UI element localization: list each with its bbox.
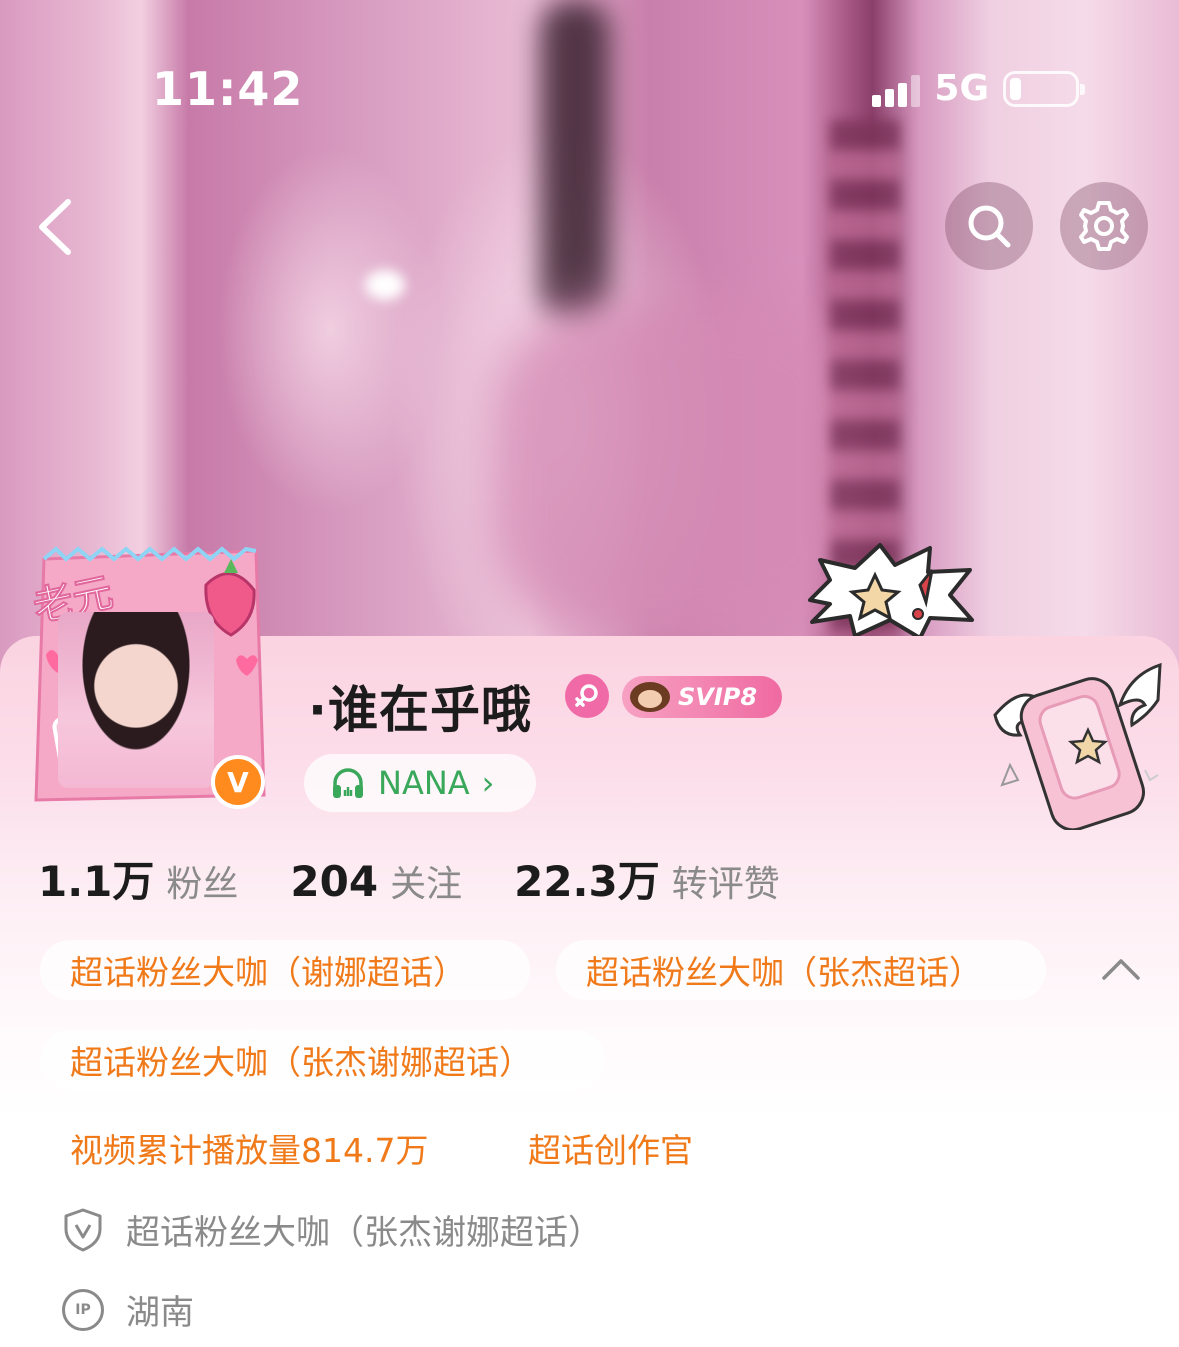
headphones-icon <box>333 768 363 798</box>
tag-chip[interactable]: 超话粉丝大咖（谢娜超话） <box>40 940 530 1000</box>
stat-following-label: 关注 <box>390 864 463 905</box>
cover-light-spot <box>365 270 405 300</box>
creator-highlight[interactable]: 超话创作官 <box>528 1124 693 1172</box>
verification-row: 超话粉丝大咖（张杰谢娜超话） <box>62 1205 602 1254</box>
signal-icon <box>872 71 921 107</box>
gear-icon <box>1079 201 1129 251</box>
female-icon <box>565 674 609 718</box>
avatar[interactable] <box>58 612 214 788</box>
search-icon <box>968 205 1011 248</box>
star-burst-sticker-icon <box>808 543 974 640</box>
ip-icon: IP <box>62 1288 104 1331</box>
status-time: 11:42 <box>152 62 304 116</box>
stat-interactions[interactable]: 22.3万 转评赞 <box>514 848 780 909</box>
video-plays-highlight[interactable]: 视频累计播放量814.7万 <box>70 1124 428 1172</box>
svip-mascot-icon <box>630 682 670 712</box>
chevron-right-icon: › <box>481 764 495 802</box>
verification-text: 超话粉丝大咖（张杰谢娜超话） <box>126 1213 602 1253</box>
settings-button[interactable] <box>1060 182 1148 270</box>
svip-badge-label: SVIP8 <box>678 683 758 711</box>
stat-fans-value: 1.1万 <box>38 857 155 906</box>
stat-following-value: 204 <box>290 857 379 906</box>
stat-interactions-value: 22.3万 <box>514 857 660 906</box>
network-type: 5G <box>934 68 989 109</box>
battery-icon <box>1003 70 1085 107</box>
stat-fans[interactable]: 1.1万 粉丝 <box>38 848 238 909</box>
music-chip[interactable]: NANA › <box>304 754 536 812</box>
stat-fans-label: 粉丝 <box>166 864 239 905</box>
tag-chip[interactable]: 超话粉丝大咖（张杰超话） <box>556 940 1046 1000</box>
stat-following[interactable]: 204 关注 <box>290 855 462 907</box>
music-label: NANA <box>378 764 470 802</box>
stats-row: 1.1万 粉丝 204 关注 22.3万 转评赞 <box>38 848 832 909</box>
chevron-left-icon[interactable] <box>30 192 90 262</box>
battery-fill <box>1010 77 1022 100</box>
shield-icon <box>64 1208 102 1251</box>
svip-badge[interactable]: SVIP8 <box>622 676 782 718</box>
tag-chip[interactable]: 超话粉丝大咖（张杰谢娜超话） <box>40 1030 605 1090</box>
location-row: IP 湖南 <box>62 1285 194 1334</box>
search-button[interactable] <box>945 182 1033 270</box>
location-text: 湖南 <box>126 1293 194 1333</box>
verified-badge[interactable]: V <box>211 755 265 809</box>
stat-interactions-label: 转评赞 <box>671 864 780 905</box>
cover-blur-hair <box>540 0 610 320</box>
winged-phone-sticker-icon <box>993 662 1162 830</box>
status-bar-right: 5G <box>872 68 1085 109</box>
chevron-up-icon[interactable] <box>1098 950 1144 986</box>
username: ·谁在乎哦 <box>308 681 532 739</box>
